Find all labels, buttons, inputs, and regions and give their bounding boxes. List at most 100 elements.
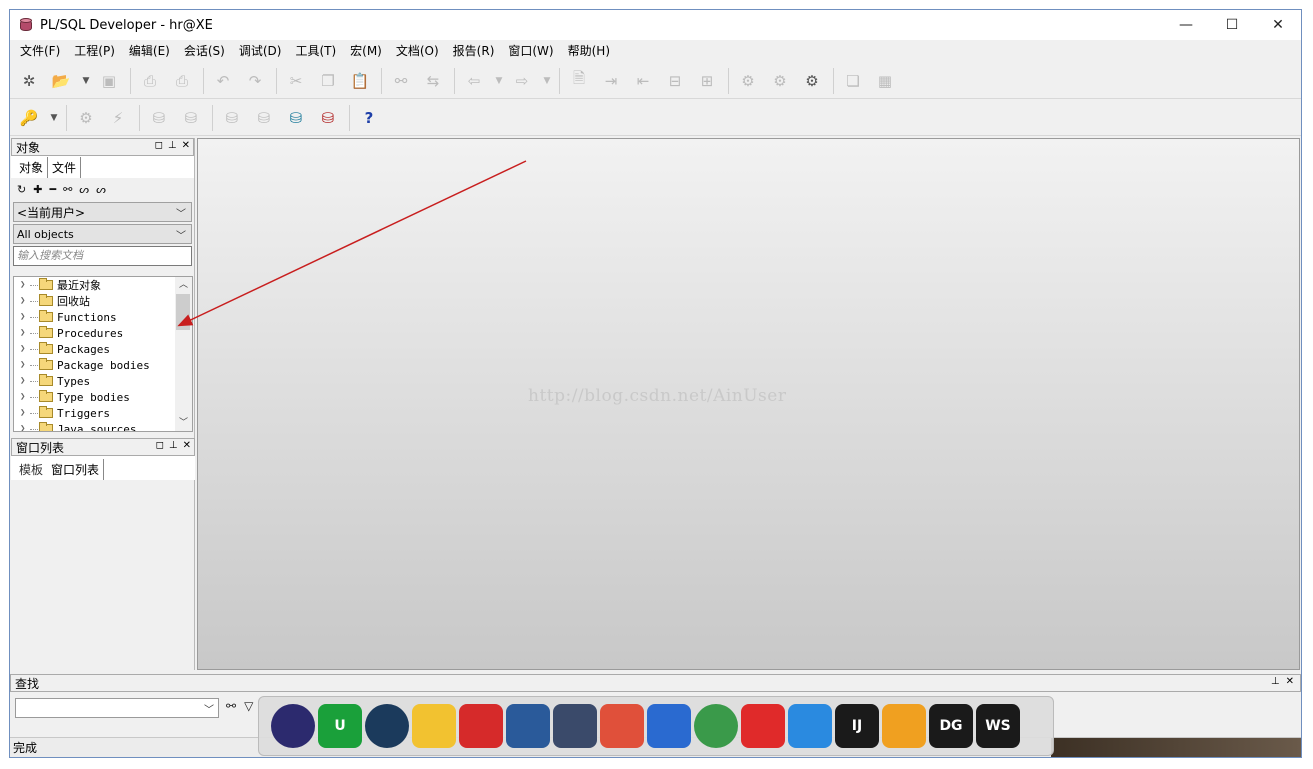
cut-icon[interactable]: ✂ [283,68,309,94]
chevron-right-icon[interactable]: ❯ [20,312,30,322]
paste-icon[interactable]: 📋 [347,68,373,94]
open-dropdown-icon[interactable]: ▼ [80,68,92,94]
find-binoculars-icon[interactable]: ⚯ [388,68,414,94]
tree-item-packages[interactable]: ❯ Packages [14,341,192,357]
new-icon[interactable]: ✲ [16,68,42,94]
menu-reports[interactable]: 报告(R) [446,40,502,62]
menu-help[interactable]: 帮助(H) [561,40,617,62]
dock-folder-app-icon[interactable] [882,704,926,748]
back-dropdown-icon[interactable]: ▼ [493,68,505,94]
remove-icon[interactable]: ━ [49,183,56,196]
menu-documents[interactable]: 文档(O) [389,40,446,62]
pin-icon[interactable]: ⊥ [168,140,177,151]
unindent-icon[interactable]: ⇤ [630,68,656,94]
chevron-right-icon[interactable]: ❯ [20,392,30,402]
dock-virtualbox-icon[interactable] [506,704,550,748]
user-select[interactable]: <当前用户> ﹀ [13,202,192,222]
dock-eclipse-icon[interactable] [271,704,315,748]
filter-edit-icon[interactable]: ᔕ [96,183,106,196]
chevron-right-icon[interactable]: ❯ [20,296,30,306]
copy-icon[interactable]: ❐ [315,68,341,94]
dock-intellij-upsource-icon[interactable]: U [318,704,362,748]
panel-close-icon[interactable]: ✕ [1286,676,1294,687]
menu-edit[interactable]: 编辑(E) [122,40,177,62]
tab-files[interactable]: 文件 [48,157,82,178]
rollback-icon[interactable]: ⛁ [178,105,204,131]
dock-redis-desktop-icon[interactable] [459,704,503,748]
tree-item-type-bodies[interactable]: ❯ Type bodies [14,389,192,405]
chevron-right-icon[interactable]: ❯ [20,344,30,354]
tree-item-functions[interactable]: ❯ Functions [14,309,192,325]
tab-window-list[interactable]: 窗口列表 [47,459,105,480]
scroll-thumb[interactable] [176,294,190,330]
indent-icon[interactable]: ⇥ [598,68,624,94]
close-button[interactable]: ✕ [1255,10,1301,40]
tab-objects[interactable]: 对象 [15,157,49,178]
dock-plsql-developer-icon[interactable] [553,704,597,748]
comment-icon[interactable]: ⊟ [662,68,688,94]
filter-icon[interactable]: ᔕ [79,183,89,196]
explain-plan-icon[interactable]: ⚙ [799,68,825,94]
scroll-up-icon[interactable]: ︿ [175,277,192,293]
chevron-right-icon[interactable]: ❯ [20,328,30,338]
forward-dropdown-icon[interactable]: ▼ [541,68,553,94]
undo-icon[interactable]: ↶ [210,68,236,94]
dock-webstorm-icon[interactable]: WS [976,704,1020,748]
menu-project[interactable]: 工程(P) [67,40,122,62]
print-preview-icon[interactable]: ⎙ [169,68,195,94]
pin-icon[interactable]: ⊥ [1271,676,1280,687]
dock-chrome-icon[interactable] [694,704,738,748]
sql-window-icon[interactable]: ⛁ [219,105,245,131]
commit-icon[interactable]: ⛁ [146,105,172,131]
tree-item-types[interactable]: ❯ Types [14,373,192,389]
cascade-windows-icon[interactable]: ❏ [840,68,866,94]
tile-windows-icon[interactable]: ▦ [872,68,898,94]
tree-item-triggers[interactable]: ❯ Triggers [14,405,192,421]
chevron-right-icon[interactable]: ❯ [20,408,30,418]
open-folder-icon[interactable]: 📂 [48,68,74,94]
chevron-right-icon[interactable]: ❯ [20,360,30,370]
tree-item-recent[interactable]: ❯ 最近对象 [14,277,192,293]
object-search-input[interactable]: 输入搜索文档 [13,246,192,266]
document-icon[interactable]: 🗎 [566,68,592,94]
dock-vpn-lock-icon[interactable] [647,704,691,748]
logon-key-icon[interactable]: 🔑 [16,105,42,131]
menu-file[interactable]: 文件(F) [13,40,67,62]
object-filter-select[interactable]: All objects ﹀ [13,224,192,244]
minimize-button[interactable]: — [1163,10,1209,40]
dock-steam-icon[interactable] [365,704,409,748]
refresh-icon[interactable]: ↻ [17,183,26,196]
binoculars-icon[interactable]: ⚯ [226,699,236,713]
binoculars-icon[interactable]: ⚯ [63,183,72,196]
logon-dropdown-icon[interactable]: ▼ [48,105,60,131]
menu-session[interactable]: 会话(S) [177,40,232,62]
menu-macro[interactable]: 宏(M) [343,40,389,62]
dock-git-icon[interactable] [600,704,644,748]
tree-item-package-bodies[interactable]: ❯ Package bodies [14,357,192,373]
help-question-icon[interactable]: ? [356,105,382,131]
replace-icon[interactable]: ⇆ [420,68,446,94]
float-icon[interactable]: ◻ [155,140,163,151]
dock-datagrip-icon[interactable]: DG [929,704,973,748]
panel-close-icon[interactable]: ✕ [183,440,191,451]
dock-netease-music-icon[interactable] [741,704,785,748]
command-window-icon[interactable]: ⛁ [283,105,309,131]
chevron-right-icon[interactable]: ❯ [20,280,30,290]
chevron-right-icon[interactable]: ❯ [20,376,30,386]
add-icon[interactable]: ✚ [33,183,42,196]
redo-icon[interactable]: ↷ [242,68,268,94]
menu-tools[interactable]: 工具(T) [288,40,343,62]
scroll-down-icon[interactable]: ﹀ [175,415,192,431]
break-icon[interactable]: ⚡ [105,105,131,131]
find-input[interactable]: ﹀ [15,698,219,718]
dock-intellij-idea-icon[interactable]: IJ [835,704,879,748]
menu-window[interactable]: 窗口(W) [501,40,560,62]
highlight-icon[interactable]: ▽ [244,699,253,713]
maximize-button[interactable]: ☐ [1209,10,1255,40]
tree-item-recycle-bin[interactable]: ❯ 回收站 [14,293,192,309]
tree-scrollbar[interactable]: ︿ ﹀ [175,277,192,431]
menu-debug[interactable]: 调试(D) [232,40,289,62]
query-builder-icon[interactable]: ⚙ [767,68,793,94]
disconnect-icon[interactable]: ⛁ [315,105,341,131]
forward-icon[interactable]: ⇨ [509,68,535,94]
